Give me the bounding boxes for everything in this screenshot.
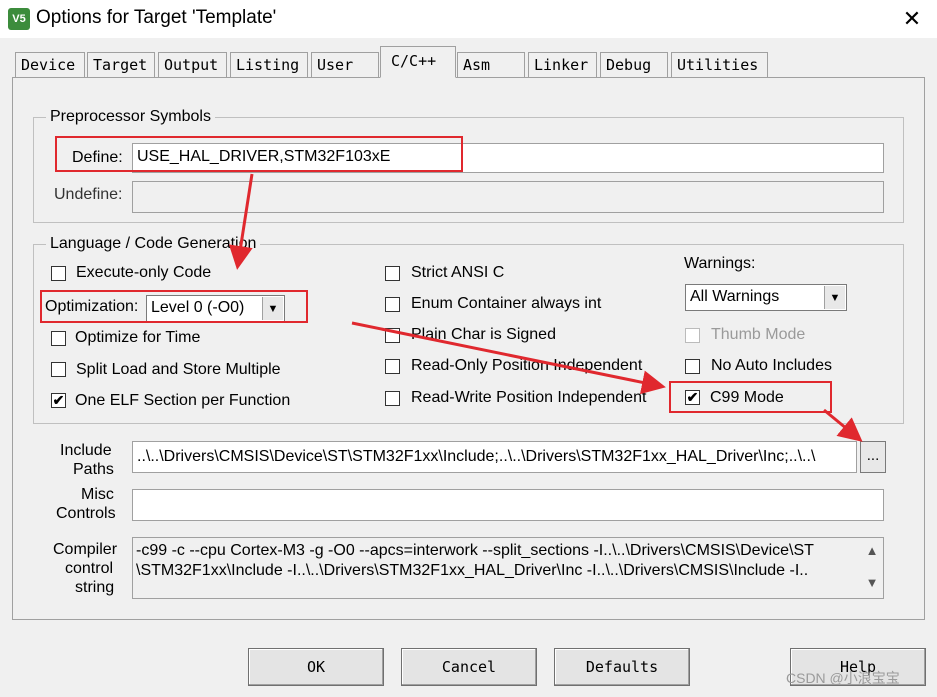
ropi-label: Read-Only Position Independent xyxy=(411,357,643,374)
tab-linker[interactable]: Linker xyxy=(528,52,597,77)
preprocessor-group-title: Preprocessor Symbols xyxy=(46,108,215,126)
tab-c-cpp[interactable]: C/C++ xyxy=(380,46,456,78)
tab-target[interactable]: Target xyxy=(87,52,155,77)
no-auto-includes-label: No Auto Includes xyxy=(711,357,832,374)
watermark: CSDN @小浪宝宝 xyxy=(786,670,900,686)
window-title: Options for Target 'Template' xyxy=(36,7,277,28)
scroll-up-icon[interactable]: ▲ xyxy=(862,543,882,563)
tab-listing[interactable]: Listing xyxy=(230,52,308,77)
one-elf-checkbox[interactable]: ✔ xyxy=(51,393,66,408)
c99-mode-label: C99 Mode xyxy=(710,389,784,406)
define-label: Define: xyxy=(72,149,123,166)
thumb-mode-checkbox[interactable] xyxy=(685,328,700,343)
optimization-label: Optimization: xyxy=(45,298,139,315)
compiler-control-label-line3: string xyxy=(75,579,115,596)
enum-container-checkbox[interactable] xyxy=(385,297,400,312)
optimize-time-label: Optimize for Time xyxy=(75,329,201,346)
define-input[interactable]: USE_HAL_DRIVER,STM32F103xE xyxy=(132,143,884,173)
ok-button[interactable]: OK xyxy=(248,648,384,686)
defaults-button[interactable]: Defaults xyxy=(554,648,690,686)
scroll-down-icon[interactable]: ▼ xyxy=(862,575,882,595)
include-paths-input[interactable]: ..\..\Drivers\CMSIS\Device\ST\STM32F1xx\… xyxy=(132,441,857,473)
include-paths-label-line1: Include xyxy=(60,442,112,459)
undefine-label: Undefine: xyxy=(54,186,123,203)
plain-char-checkbox[interactable] xyxy=(385,328,400,343)
execute-only-label: Execute-only Code xyxy=(76,264,212,281)
rwpi-label: Read-Write Position Independent xyxy=(411,389,647,406)
no-auto-includes-checkbox[interactable] xyxy=(685,359,700,374)
execute-only-checkbox[interactable] xyxy=(51,266,66,281)
compiler-control-label-line1: Compiler xyxy=(53,541,118,558)
tab-user[interactable]: User xyxy=(311,52,379,77)
enum-container-label: Enum Container always int xyxy=(411,295,602,312)
split-load-checkbox[interactable] xyxy=(51,362,66,377)
language-group-title: Language / Code Generation xyxy=(46,235,261,253)
misc-controls-label-line2: Controls xyxy=(56,505,116,522)
compiler-control-line1: -c99 -c --cpu Cortex-M3 -g -O0 --apcs=in… xyxy=(136,542,814,559)
split-load-label: Split Load and Store Multiple xyxy=(76,361,281,378)
strict-ansi-label: Strict ANSI C xyxy=(411,264,505,281)
undefine-input[interactable] xyxy=(132,181,884,213)
include-paths-label-line2: Paths xyxy=(73,461,114,478)
plain-char-label: Plain Char is Signed xyxy=(411,326,556,343)
chevron-down-icon[interactable]: ▼ xyxy=(262,297,283,320)
include-paths-browse-button[interactable]: ... xyxy=(860,441,886,473)
optimization-select[interactable]: Level 0 (-O0) ▼ xyxy=(146,295,285,322)
tab-debug[interactable]: Debug xyxy=(600,52,668,77)
thumb-mode-label: Thumb Mode xyxy=(711,326,806,343)
tab-device[interactable]: Device xyxy=(15,52,85,77)
c99-mode-checkbox[interactable]: ✔ xyxy=(685,390,700,405)
optimization-value: Level 0 (-O0) xyxy=(151,299,245,316)
strict-ansi-checkbox[interactable] xyxy=(385,266,400,281)
chevron-down-icon[interactable]: ▼ xyxy=(824,286,845,309)
misc-controls-label-line1: Misc xyxy=(81,486,114,503)
compiler-control-string: -c99 -c --cpu Cortex-M3 -g -O0 --apcs=in… xyxy=(132,537,884,599)
close-button[interactable]: ✕ xyxy=(898,6,926,32)
optimize-time-checkbox[interactable] xyxy=(51,331,66,346)
compiler-control-line2: \STM32F1xx\Include -I..\..\Drivers\STM32… xyxy=(136,562,809,579)
warnings-label: Warnings: xyxy=(684,255,756,272)
ropi-checkbox[interactable] xyxy=(385,359,400,374)
tab-asm[interactable]: Asm xyxy=(457,52,525,77)
one-elf-label: One ELF Section per Function xyxy=(75,392,291,409)
warnings-value: All Warnings xyxy=(690,288,780,305)
tab-output[interactable]: Output xyxy=(158,52,227,77)
tab-utilities[interactable]: Utilities xyxy=(671,52,768,77)
rwpi-checkbox[interactable] xyxy=(385,391,400,406)
warnings-select[interactable]: All Warnings ▼ xyxy=(685,284,847,311)
misc-controls-input[interactable] xyxy=(132,489,884,521)
keil-app-icon: V5 xyxy=(8,8,30,30)
compiler-control-label-line2: control xyxy=(65,560,114,577)
cancel-button[interactable]: Cancel xyxy=(401,648,537,686)
